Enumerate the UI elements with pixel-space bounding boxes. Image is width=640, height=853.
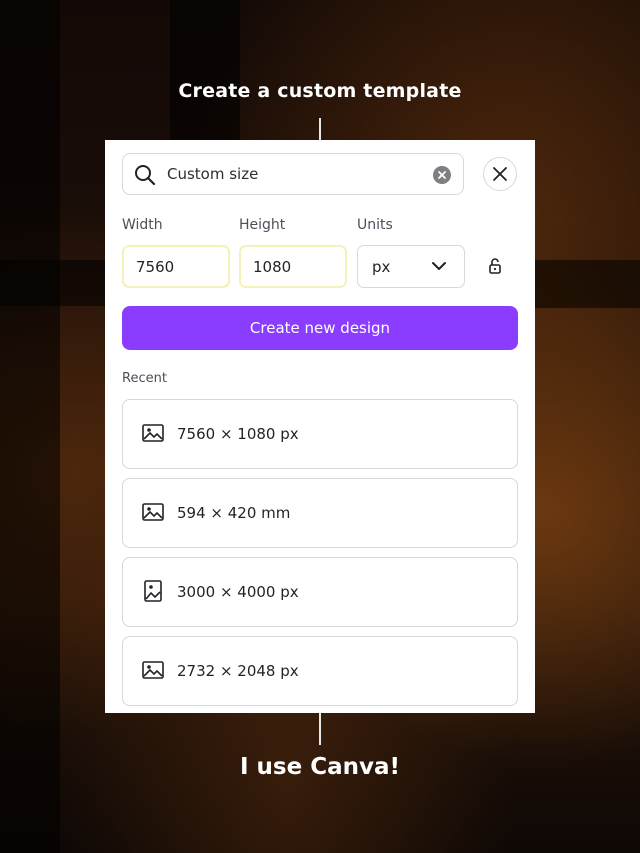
- recent-item-label: 2732 × 2048 px: [177, 662, 299, 680]
- recent-item-label: 7560 × 1080 px: [177, 425, 299, 443]
- height-value: 1080: [253, 258, 292, 276]
- clear-icon: [438, 171, 446, 179]
- search-value: Custom size: [167, 165, 259, 183]
- connector-line-bottom: [319, 713, 321, 745]
- clear-search-button[interactable]: [433, 166, 451, 184]
- unlocked-icon[interactable]: [488, 257, 502, 275]
- height-label: Height: [239, 217, 286, 233]
- width-label: Width: [122, 217, 163, 233]
- headline-top: Create a custom template: [178, 80, 462, 102]
- width-input[interactable]: 7560: [122, 245, 230, 288]
- recent-item[interactable]: 7560 × 1080 px: [122, 399, 518, 469]
- recent-item-label: 3000 × 4000 px: [177, 583, 299, 601]
- portrait-image-icon: [144, 580, 162, 602]
- landscape-image-icon: [142, 503, 164, 521]
- bg-beam: [170, 0, 240, 140]
- create-new-design-button[interactable]: Create new design: [122, 306, 518, 350]
- recent-item[interactable]: 3000 × 4000 px: [122, 557, 518, 627]
- close-icon: [493, 167, 507, 181]
- landscape-image-icon: [142, 424, 164, 442]
- close-button[interactable]: [483, 157, 517, 191]
- units-label: Units: [357, 217, 393, 233]
- height-input[interactable]: 1080: [239, 245, 347, 288]
- chevron-down-icon: [432, 262, 446, 270]
- width-value: 7560: [136, 258, 175, 276]
- recent-label: Recent: [122, 371, 167, 386]
- custom-size-panel: Custom size Width Height Units 7560 1080…: [105, 140, 535, 713]
- units-select[interactable]: px: [357, 245, 465, 288]
- landscape-image-icon: [142, 661, 164, 679]
- bg-beam-left: [0, 260, 105, 306]
- bg-beam-right: [535, 260, 640, 308]
- recent-item-label: 594 × 420 mm: [177, 504, 291, 522]
- recent-item[interactable]: 594 × 420 mm: [122, 478, 518, 548]
- recent-item[interactable]: 2732 × 2048 px: [122, 636, 518, 706]
- search-input[interactable]: Custom size: [122, 153, 464, 195]
- bg-shadow-left: [0, 0, 60, 853]
- connector-line-top: [319, 118, 321, 140]
- search-icon: [135, 165, 156, 186]
- units-value: px: [372, 258, 391, 276]
- headline-bottom: I use Canva!: [239, 754, 400, 780]
